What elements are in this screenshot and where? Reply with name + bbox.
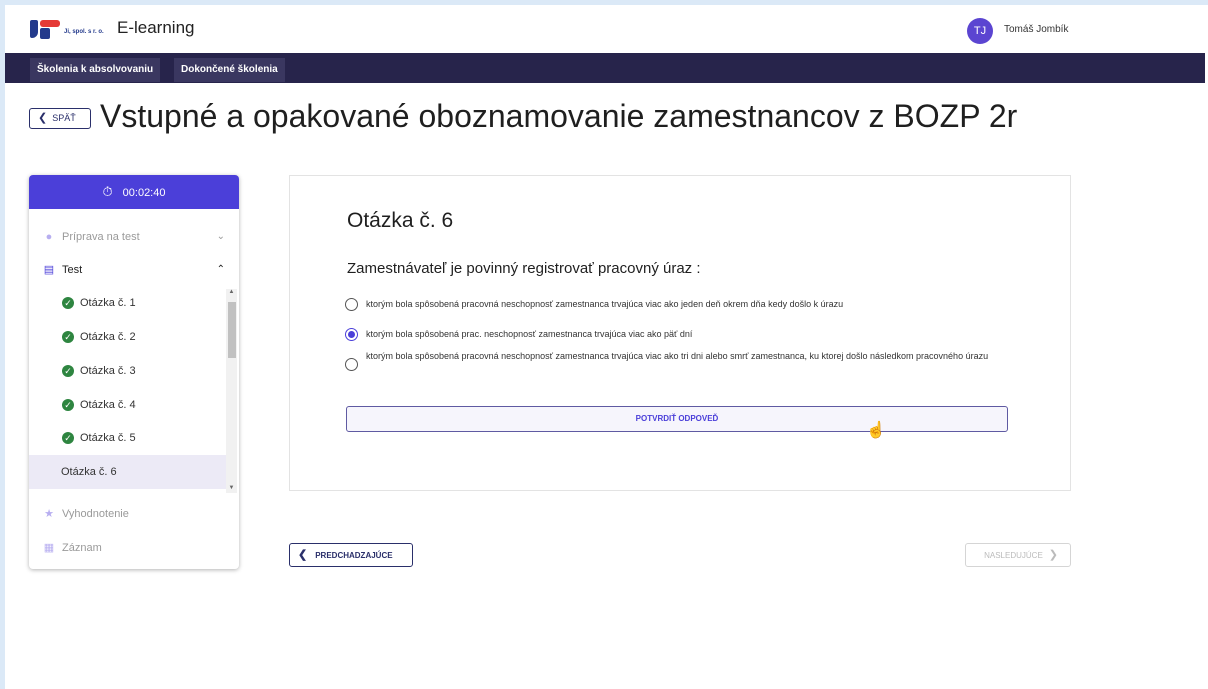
scroll-up-icon[interactable]: ▲ [226,289,237,295]
company-logo[interactable]: Ji, spol. s r. o. [30,16,104,42]
chevron-down-icon: ⌄ [216,231,225,242]
answer-option-3[interactable]: ktorým bola spôsobená pracovná neschopno… [345,349,1025,381]
radio-button-checked[interactable] [345,328,358,341]
sidebar-item-label: Záznam [62,542,102,554]
avatar[interactable]: TJ [967,18,993,44]
stopwatch-icon: ⏱ [102,184,113,199]
scrollbar-thumb[interactable] [228,302,236,358]
sidebar-item-label: Príprava na test [62,231,140,243]
confirm-answer-button[interactable]: POTVRDIŤ ODPOVEĎ [346,406,1008,432]
chevron-left-icon: ❮ [298,549,308,561]
back-label: SPÄŤ [52,113,76,123]
sidebar-item-record[interactable]: ▦ Záznam [29,531,239,565]
scroll-down-icon[interactable]: ▼ [226,485,237,491]
tab-trainings-to-complete[interactable]: Školenia k absolvovaniu [30,58,161,82]
answer-option-2[interactable]: ktorým bola spôsobená prac. neschopnosť … [345,327,1025,343]
next-label: NASLEDUJÚCE [984,551,1043,560]
next-button[interactable]: NASLEDUJÚCE ❯ [965,543,1071,567]
question-label: Otázka č. 6 [61,466,117,478]
question-label: Otázka č. 1 [80,297,136,309]
radio-button[interactable] [345,298,358,311]
app-title: E-learning [117,18,195,37]
question-item[interactable]: ✓ Otázka č. 4 [29,388,226,422]
question-card: Otázka č. 6 Zamestnávateľ je povinný reg… [289,175,1071,491]
sidebar-item-test[interactable]: ▤ Test ⌃ [29,253,239,287]
answer-text: ktorým bola spôsobená pracovná neschopno… [366,351,989,361]
tab-completed-trainings[interactable]: Dokončené školenia [174,58,285,82]
radio-button[interactable] [345,358,358,371]
answer-text: ktorým bola spôsobená prac. neschopnosť … [366,329,693,339]
sidebar-item-evaluation[interactable]: ★ Vyhodnotenie [29,497,239,531]
answer-option-1[interactable]: ktorým bola spôsobená pracovná neschopno… [345,297,1025,313]
question-item[interactable]: ✓ Otázka č. 3 [29,354,226,388]
sidebar-item-label: Test [62,264,83,276]
main-nav: Školenia k absolvovaniu Dokončené školen… [5,53,1205,83]
star-icon: ★ [44,508,54,520]
question-item-active[interactable]: Otázka č. 6 [29,455,226,489]
chevron-right-icon: ❯ [1048,549,1058,561]
question-label: Otázka č. 5 [80,432,136,444]
timer: ⏱ 00:02:40 [29,175,239,209]
check-circle-icon: ✓ [62,365,74,378]
question-item[interactable]: ✓ Otázka č. 1 [29,286,226,320]
timer-value: 00:02:40 [122,187,166,199]
page-title: Vstupné a opakované oboznamovanie zamest… [100,98,1018,134]
previous-label: PREDCHADZAJÚCE [315,551,393,560]
question-item[interactable]: ✓ Otázka č. 2 [29,320,226,354]
user-name[interactable]: Tomáš Jombík [1004,24,1068,35]
check-circle-icon: ✓ [62,432,74,445]
question-title: Otázka č. 6 [347,209,454,232]
chevron-left-icon: ❮ [38,112,48,124]
question-item[interactable]: ✓ Otázka č. 5 [29,421,226,455]
chevron-up-icon: ⌃ [216,264,225,275]
check-circle-icon: ✓ [62,297,74,310]
question-label: Otázka č. 2 [80,331,136,343]
question-text: Zamestnávateľ je povinný registrovať pra… [347,260,701,277]
logo-text: Ji, spol. s r. o. [64,29,104,35]
check-circle-icon: ✓ [62,331,74,344]
answer-text: ktorým bola spôsobená pracovná neschopno… [366,299,844,309]
back-button[interactable]: ❮ SPÄŤ [29,108,91,129]
previous-button[interactable]: ❮ PREDCHADZAJÚCE [289,543,413,567]
top-bar: Ji, spol. s r. o. E-learning TJ Tomáš Jo… [5,10,1205,53]
hand-cursor-icon: ☝ [866,422,886,439]
document-icon: ▤ [43,264,55,276]
question-label: Otázka č. 4 [80,399,136,411]
check-circle-icon: ✓ [62,399,74,412]
question-label: Otázka č. 3 [80,365,136,377]
sidebar-item-label: Vyhodnotenie [62,508,129,520]
book-icon: ▦ [43,542,55,554]
sidebar-item-preparation[interactable]: ● Príprava na test ⌄ [29,220,239,254]
course-sidebar: ⏱ 00:02:40 ● Príprava na test ⌄ ▤ Test ⌃ ✓ O… [29,175,239,569]
lightbulb-icon: ● [45,231,53,243]
